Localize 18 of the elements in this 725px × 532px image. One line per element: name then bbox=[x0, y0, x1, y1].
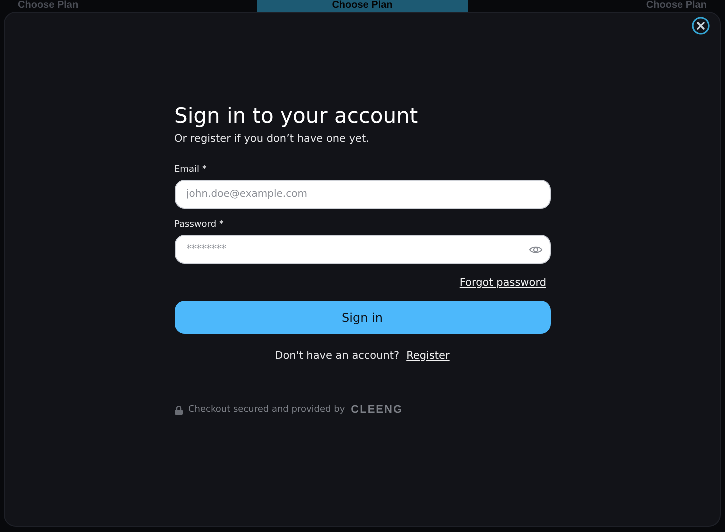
close-icon[interactable] bbox=[692, 17, 710, 35]
email-field[interactable]: john.doe@example.com bbox=[174, 180, 550, 209]
forgot-password-link[interactable]: Forgot password bbox=[460, 277, 546, 289]
register-prompt: Don't have an account? bbox=[275, 350, 400, 362]
password-field[interactable]: ******** bbox=[174, 235, 550, 264]
field-label: Password * bbox=[174, 220, 225, 230]
choose-plan-button[interactable]: Choose Plan bbox=[257, 0, 468, 12]
lock-icon bbox=[174, 406, 182, 414]
sign-in-button[interactable]: Sign in bbox=[174, 301, 550, 334]
brand-logo: CLEENG bbox=[351, 404, 404, 416]
field-label: Email * bbox=[174, 165, 208, 175]
modal-title: Sign in to your account bbox=[174, 103, 420, 129]
choose-plan-button[interactable]: Choose Plan bbox=[8, 0, 89, 12]
register-link[interactable]: Register bbox=[406, 350, 450, 362]
eye-icon[interactable] bbox=[528, 245, 542, 255]
modal-subtitle: Or register if you don’t have one yet. bbox=[174, 133, 370, 145]
secured-text: Checkout secured and provided by bbox=[188, 405, 346, 415]
choose-plan-button[interactable]: Choose Plan bbox=[636, 0, 717, 12]
